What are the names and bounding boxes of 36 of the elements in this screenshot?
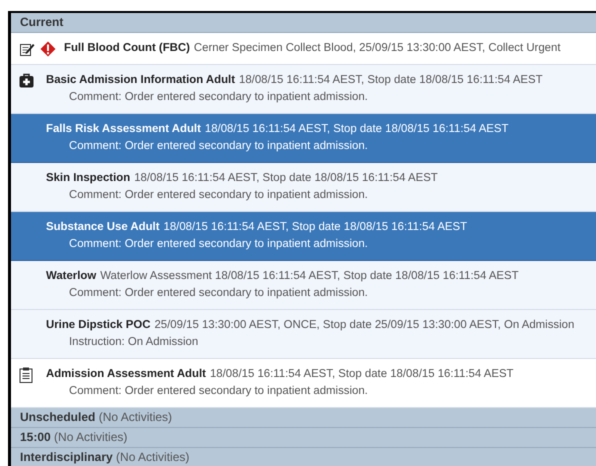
order-row[interactable]: Falls Risk Assessment Adult 18/08/15 16:11:54 AEST, Stop date 18/08/15 16:11:54 AEST Comment: Order entered secondary to inpatient admission. <box>11 114 596 163</box>
order-name: Full Blood Count (FBC) <box>64 41 190 56</box>
order-details: 18/08/15 16:11:54 AEST, Stop date 18/08/15 16:11:54 AEST <box>204 122 508 137</box>
order-name: Urine Dipstick POC <box>46 318 150 333</box>
order-name: Falls Risk Assessment Adult <box>46 122 201 137</box>
order-details: 18/08/15 16:11:54 AEST, Stop date 18/08/15 16:11:54 AEST <box>134 171 438 186</box>
group-header[interactable]: Unscheduled (No Activities) <box>11 408 596 428</box>
order-row[interactable]: Urine Dipstick POC 25/09/15 13:30:00 AEST, ONCE, Stop date 25/09/15 13:30:00 AEST, On Admission Instruction: On Admission <box>11 310 596 359</box>
medical-kit-icon <box>19 73 34 88</box>
group-header[interactable]: Current <box>11 13 596 33</box>
order-row[interactable]: Basic Admission Information Adult 18/08/15 16:11:54 AEST, Stop date 18/08/15 16:11:54 AEST Comment: Order entered secondary to inpatient admission. <box>11 65 596 114</box>
clipboard-icon <box>19 366 33 382</box>
order-name: Admission Assessment Adult <box>46 367 206 382</box>
order-comment: Instruction: On Admission <box>69 335 198 350</box>
order-details: 25/09/15 13:30:00 AEST, ONCE, Stop date 25/09/15 13:30:00 AEST, On Admission <box>154 318 574 333</box>
order-comment: Comment: Order entered secondary to inpatient admission. <box>69 286 368 301</box>
order-comment: Comment: Order entered secondary to inpatient admission. <box>69 384 368 399</box>
order-comment: Comment: Order entered secondary to inpatient admission. <box>69 188 368 203</box>
order-name: Basic Admission Information Adult <box>46 73 236 88</box>
order-row[interactable]: Skin Inspection 18/08/15 16:11:54 AEST, Stop date 18/08/15 16:11:54 AEST Comment: Order entered secondary to inpatient admission. <box>11 163 596 212</box>
order-row[interactable]: Waterlow Waterlow Assessment 18/08/15 16:11:54 AEST, Stop date 18/08/15 16:11:54 AEST Comment: Order entered secondary to inpatient admission. <box>11 261 596 310</box>
order-name: Skin Inspection <box>46 171 130 186</box>
order-name: Waterlow <box>46 269 96 284</box>
order-details: 18/08/15 16:11:54 AEST, Stop date 18/08/15 16:11:54 AEST <box>210 367 514 382</box>
order-details: Cerner Specimen Collect Blood, 25/09/15 13:30:00 AEST, Collect Urgent <box>194 41 561 56</box>
order-comment: Comment: Order entered secondary to inpatient admission. <box>69 237 368 252</box>
group-header[interactable]: Interdisciplinary (No Activities) <box>11 448 596 466</box>
order-details: 18/08/15 16:11:54 AEST, Stop date 18/08/15 16:11:54 AEST <box>164 220 468 235</box>
order-details: Waterlow Assessment 18/08/15 16:11:54 AEST, Stop date 18/08/15 16:11:54 AEST <box>100 269 519 284</box>
order-comment: Comment: Order entered secondary to inpatient admission. <box>69 90 368 105</box>
order-comment: Comment: Order entered secondary to inpatient admission. <box>69 139 368 154</box>
group-header[interactable]: 15:00 (No Activities) <box>11 428 596 448</box>
order-row[interactable]: Substance Use Adult 18/08/15 16:11:54 AEST, Stop date 18/08/15 16:11:54 AEST Comment: Order entered secondary to inpatient admission. <box>11 212 596 261</box>
alert-icon <box>40 40 56 56</box>
order-details: 18/08/15 16:11:54 AEST, Stop date 18/08/15 16:11:54 AEST <box>239 73 543 88</box>
order-name: Substance Use Adult <box>46 220 160 235</box>
